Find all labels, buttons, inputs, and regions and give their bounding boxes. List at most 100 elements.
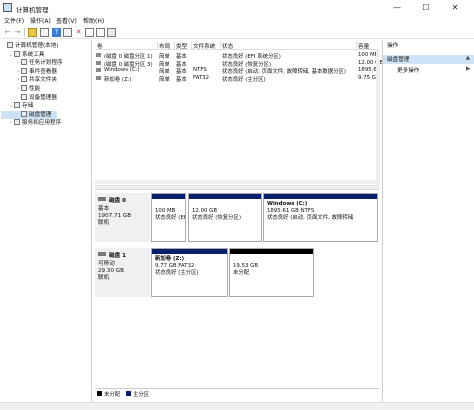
folder-up-icon[interactable] bbox=[28, 28, 37, 37]
legend-primary-swatch bbox=[126, 391, 131, 396]
cell-layout: 简单 bbox=[159, 76, 170, 83]
menu-view[interactable]: 查看(V) bbox=[56, 16, 77, 25]
tree-item-label: 服务和应用程序 bbox=[22, 120, 62, 127]
tree-node-icon bbox=[14, 50, 20, 57]
tree-item[interactable]: 磁盘管理 bbox=[1, 110, 57, 119]
disk-name: 磁盘 1 bbox=[109, 253, 127, 259]
tree-item[interactable]: › 共享文件夹 bbox=[1, 76, 91, 84]
status-bar bbox=[0, 402, 474, 410]
partition-block[interactable]: 19.53 GB 未分配 bbox=[229, 248, 314, 297]
actions-section-disk-management[interactable]: 磁盘管理 ▲ bbox=[383, 55, 474, 64]
partition-block[interactable]: Windows (C:) 1895.61 GB NTFS 状态良好 (启动, 页面文… bbox=[263, 193, 378, 242]
disk-type: 可移动 bbox=[98, 261, 115, 267]
table-row[interactable]: Windows (C:) 简单 基本 NTFS 状态良好 (启动, 页面文件, 故障转储… bbox=[95, 67, 379, 75]
vertical-scrollbar[interactable] bbox=[376, 50, 380, 185]
cell-volume: Windows (C:) bbox=[104, 67, 140, 73]
disk-status: 联机 bbox=[98, 220, 110, 226]
delete-icon[interactable]: ✕ bbox=[74, 28, 83, 37]
tree-item[interactable]: › 事件查看器 bbox=[1, 67, 91, 76]
tree-item[interactable]: 计算机管理(本地) bbox=[1, 42, 91, 50]
header-divider bbox=[356, 41, 357, 50]
volume-icon bbox=[96, 68, 101, 72]
tree-item-label: 系统工具 bbox=[22, 51, 45, 58]
cell-filesystem: FAT32 bbox=[193, 74, 210, 81]
header-layout[interactable]: 布局 bbox=[159, 42, 170, 50]
maximize-button[interactable]: ☐ bbox=[415, 0, 437, 15]
table-row[interactable]: (磁盘 0 磁盘分区 3) 简单 基本 状态良好 (恢复分区) 12.00 GB bbox=[95, 60, 383, 68]
partition-status: 状态良好 (主分区) bbox=[155, 270, 199, 276]
tree-item-label: 设备管理器 bbox=[29, 94, 57, 101]
tree-node-icon bbox=[21, 110, 27, 117]
partition-size: 9.77 GB FAT32 bbox=[155, 263, 195, 269]
partition-size: 12.00 GB bbox=[192, 208, 218, 214]
partition-title: Windows (C:) bbox=[267, 201, 308, 207]
more-actions-link[interactable]: 更多操作 bbox=[397, 66, 419, 74]
tree-node-icon bbox=[21, 93, 27, 100]
table-row[interactable]: 新加卷 (Z:) 简单 基本 FAT32 状态良好 (主分区) 9.75 GE bbox=[95, 74, 379, 83]
disk-size: 29.30 GB bbox=[98, 268, 124, 274]
disk-label[interactable]: 磁盘 1 可移动 29.30 GB 联机 bbox=[95, 248, 150, 297]
collapse-up-icon[interactable]: ▲ bbox=[466, 55, 470, 61]
tree-item-label: 任务计划程序 bbox=[29, 60, 63, 67]
tree-node-icon bbox=[7, 42, 13, 48]
partition-block[interactable]: 新加卷 (Z:) 9.77 GB FAT32 状态良好 (主分区) bbox=[151, 248, 228, 297]
cell-capacity: 1895.6 bbox=[358, 67, 377, 73]
tree-node-icon bbox=[21, 85, 27, 91]
page-icon[interactable] bbox=[96, 28, 105, 37]
tree-node-icon bbox=[14, 119, 20, 126]
menu-action[interactable]: 操作(A) bbox=[30, 16, 51, 25]
partition-title bbox=[155, 201, 182, 208]
menu-file[interactable]: 文件(F) bbox=[4, 16, 24, 25]
check-icon[interactable] bbox=[85, 28, 94, 37]
close-button[interactable]: ✕ bbox=[444, 0, 466, 15]
properties-icon[interactable] bbox=[40, 28, 49, 37]
disk-label[interactable]: 磁盘 0 基本 1907.71 GB 联机 bbox=[95, 193, 150, 242]
header-status[interactable]: 状态 bbox=[222, 42, 233, 50]
disk-type: 基本 bbox=[98, 206, 110, 212]
volume-icon bbox=[96, 53, 101, 57]
console-icon[interactable] bbox=[63, 28, 72, 37]
partition-block[interactable]: 12.00 GB 状态良好 (恢复分区) bbox=[188, 193, 262, 242]
partition-block[interactable]: 100 MB状态良好 (EFI 系统 bbox=[151, 193, 186, 242]
computer-management-icon bbox=[3, 3, 12, 12]
tree-item[interactable]: ⌄ 存储 bbox=[1, 102, 91, 110]
header-volume[interactable]: 卷 bbox=[97, 42, 103, 50]
legend-unallocated-swatch bbox=[97, 391, 102, 396]
tree-item-label: 事件查看器 bbox=[29, 68, 57, 75]
window-title: 计算机管理 bbox=[16, 6, 49, 14]
view-icon[interactable] bbox=[107, 28, 116, 37]
cell-type: 基本 bbox=[176, 76, 187, 83]
minimize-button[interactable]: — bbox=[386, 0, 408, 15]
horizontal-scrollbar[interactable] bbox=[95, 180, 376, 184]
partition-title bbox=[233, 256, 310, 263]
tree-item[interactable]: 设备管理器 bbox=[1, 93, 91, 102]
menu-help[interactable]: 帮助(H) bbox=[83, 16, 104, 25]
header-capacity[interactable]: 容量 bbox=[358, 42, 369, 50]
partition-size: 100 MB bbox=[155, 208, 176, 214]
cell-filesystem: NTFS bbox=[193, 67, 207, 73]
disk-icon bbox=[98, 197, 106, 201]
tree-node-icon bbox=[14, 102, 20, 109]
help-icon[interactable]: ? bbox=[52, 28, 61, 37]
partition-status: 状态良好 (启动, 页面文件, 故障转储 bbox=[267, 215, 354, 221]
header-filesystem[interactable]: 文件系统 bbox=[193, 42, 215, 50]
forward-arrow-icon[interactable]: → bbox=[13, 28, 22, 37]
cell-volume: 新加卷 (Z:) bbox=[104, 76, 132, 83]
tree-item[interactable]: › 性能 bbox=[1, 85, 91, 93]
table-row[interactable]: (磁盘 0 磁盘分区 1) 简单 基本 状态良好 (EFI 系统分区) 100 MB bbox=[95, 52, 379, 60]
header-type[interactable]: 类型 bbox=[176, 42, 187, 50]
actions-pane bbox=[382, 40, 474, 402]
tree-item[interactable]: › 任务计划程序 bbox=[1, 59, 91, 67]
header-divider bbox=[157, 41, 158, 50]
tree-item[interactable]: › 服务和应用程序 bbox=[1, 119, 91, 127]
tree-node-icon bbox=[21, 59, 27, 66]
legend-unallocated-label: 未分配 bbox=[104, 392, 121, 398]
more-actions-arrow-icon[interactable]: ▶ bbox=[466, 66, 470, 72]
pane-splitter[interactable] bbox=[95, 185, 379, 190]
back-arrow-icon[interactable]: ← bbox=[3, 28, 12, 37]
toolbar-divider bbox=[24, 28, 25, 37]
partition-title: 新加卷 (Z:) bbox=[155, 256, 185, 262]
tree-item-label: 磁盘管理 bbox=[29, 111, 52, 118]
header-divider bbox=[220, 41, 221, 50]
tree-item[interactable]: ⌄ 系统工具 bbox=[1, 50, 91, 59]
